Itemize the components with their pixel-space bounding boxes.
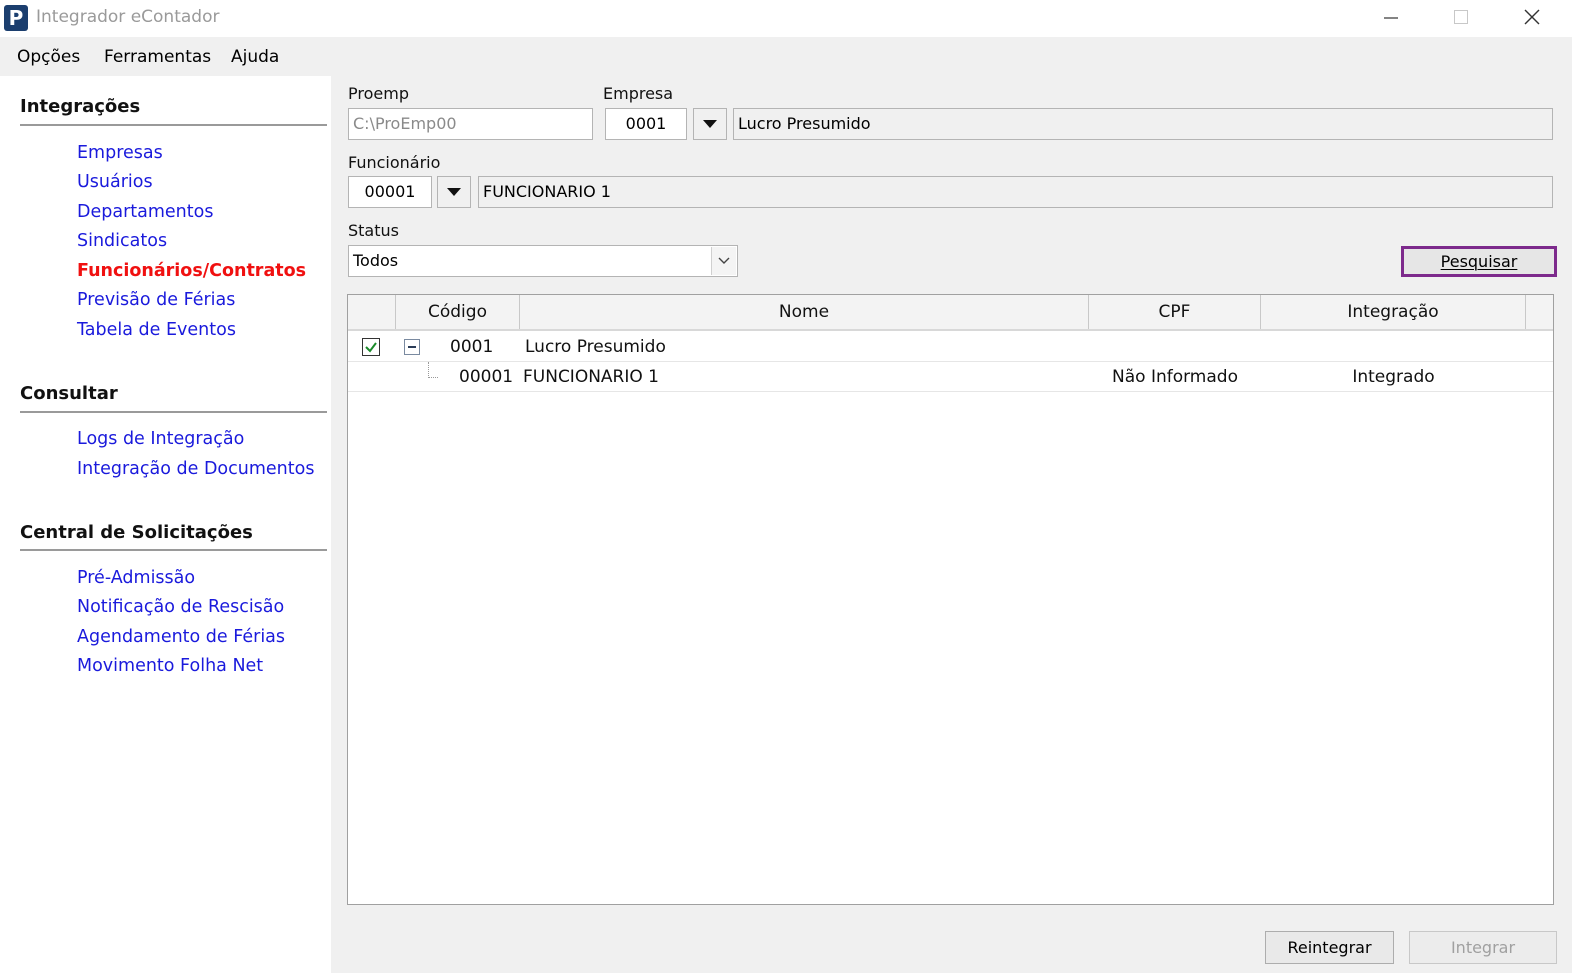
- maximize-icon: [1454, 10, 1468, 24]
- menu-bar: Opções Ferramentas Ajuda: [0, 37, 1572, 75]
- nav-usuarios[interactable]: Usuários: [77, 172, 153, 192]
- row-codigo: 00001: [459, 367, 514, 387]
- app-logo: P: [4, 5, 28, 31]
- funcionario-dropdown-button[interactable]: [437, 176, 471, 208]
- section-title-consultar: Consultar: [20, 383, 118, 404]
- section-title-central: Central de Solicitações: [20, 522, 253, 543]
- chevron-down-icon: [447, 188, 461, 196]
- nav-notificacao-rescisao[interactable]: Notificação de Rescisão: [77, 597, 284, 617]
- status-select-value: Todos: [353, 251, 399, 270]
- nav-integracao-documentos[interactable]: Integração de Documentos: [77, 459, 314, 479]
- integrar-button[interactable]: Integrar: [1409, 931, 1557, 964]
- menu-ajuda[interactable]: Ajuda: [231, 47, 279, 67]
- tree-connector: [428, 362, 438, 378]
- grid-header: Código Nome CPF Integração: [348, 295, 1553, 331]
- funcionario-name-field: FUNCIONARIO 1: [478, 176, 1553, 208]
- row-codigo: 0001: [450, 337, 494, 357]
- chevron-down-icon: [718, 257, 730, 264]
- empresa-name-field: Lucro Presumido: [733, 108, 1553, 140]
- menu-opcoes[interactable]: Opções: [17, 47, 80, 67]
- section-divider: [20, 411, 327, 413]
- empresa-dropdown-button[interactable]: [693, 108, 727, 140]
- menu-ferramentas[interactable]: Ferramentas: [104, 47, 211, 67]
- header-nome[interactable]: Nome: [520, 295, 1089, 329]
- nav-sindicatos[interactable]: Sindicatos: [77, 231, 167, 251]
- nav-previsao-ferias[interactable]: Previsão de Férias: [77, 290, 235, 310]
- section-title-integracoes: Integrações: [20, 96, 141, 117]
- section-divider: [20, 549, 327, 551]
- header-codigo[interactable]: Código: [396, 295, 520, 329]
- row-integracao: Integrado: [1352, 367, 1435, 387]
- funcionario-code-field[interactable]: 00001: [348, 176, 432, 208]
- table-row[interactable]: 00001 FUNCIONARIO 1 Não Informado Integr…: [348, 362, 1553, 392]
- table-row[interactable]: 0001 Lucro Presumido: [348, 332, 1553, 362]
- proemp-label: Proemp: [348, 84, 409, 103]
- close-button[interactable]: [1497, 0, 1567, 34]
- minus-icon: [408, 346, 416, 348]
- header-cpf[interactable]: CPF: [1089, 295, 1261, 329]
- empresa-label: Empresa: [603, 84, 674, 103]
- close-icon: [1524, 9, 1540, 25]
- title-bar: P Integrador eContador: [0, 0, 1572, 37]
- nav-funcionarios-contratos[interactable]: Funcionários/Contratos: [77, 261, 306, 281]
- window-title: Integrador eContador: [36, 7, 220, 27]
- nav-empresas[interactable]: Empresas: [77, 143, 163, 163]
- pesquisar-button[interactable]: Pesquisar: [1401, 246, 1557, 277]
- empresa-code-field[interactable]: 0001: [605, 108, 687, 140]
- header-integracao[interactable]: Integração: [1261, 295, 1526, 329]
- collapse-toggle[interactable]: [404, 339, 420, 355]
- status-label: Status: [348, 221, 399, 240]
- nav-logs-integracao[interactable]: Logs de Integração: [77, 429, 244, 449]
- nav-agendamento-ferias[interactable]: Agendamento de Férias: [77, 627, 285, 647]
- check-icon: [365, 342, 377, 353]
- nav-movimento-folha-net[interactable]: Movimento Folha Net: [77, 656, 263, 676]
- row-cpf: Não Informado: [1112, 367, 1238, 387]
- minimize-button[interactable]: [1356, 0, 1426, 34]
- header-check: [348, 295, 396, 329]
- minimize-icon: [1384, 17, 1398, 19]
- combo-arrow[interactable]: [711, 247, 736, 275]
- nav-departamentos[interactable]: Departamentos: [77, 202, 213, 222]
- sidebar: Integrações Empresas Usuários Departamen…: [0, 76, 331, 973]
- row-nome: FUNCIONARIO 1: [523, 367, 659, 387]
- row-nome: Lucro Presumido: [525, 337, 666, 357]
- nav-pre-admissao[interactable]: Pré-Admissão: [77, 568, 195, 588]
- reintegrar-label: Reintegrar: [1287, 938, 1372, 957]
- proemp-field[interactable]: C:\ProEmp00: [348, 108, 593, 140]
- funcionario-label: Funcionário: [348, 153, 441, 172]
- maximize-button[interactable]: [1426, 0, 1496, 34]
- reintegrar-button[interactable]: Reintegrar: [1265, 931, 1394, 964]
- chevron-down-icon: [703, 120, 717, 128]
- nav-tabela-eventos[interactable]: Tabela de Eventos: [77, 320, 236, 340]
- status-select[interactable]: Todos: [348, 245, 738, 277]
- section-divider: [20, 124, 327, 126]
- row-checkbox[interactable]: [362, 338, 380, 356]
- pesquisar-label: Pesquisar: [1440, 252, 1518, 271]
- integrar-label: Integrar: [1450, 938, 1516, 957]
- results-grid: Código Nome CPF Integração 0001 Lucro Pr…: [347, 294, 1554, 905]
